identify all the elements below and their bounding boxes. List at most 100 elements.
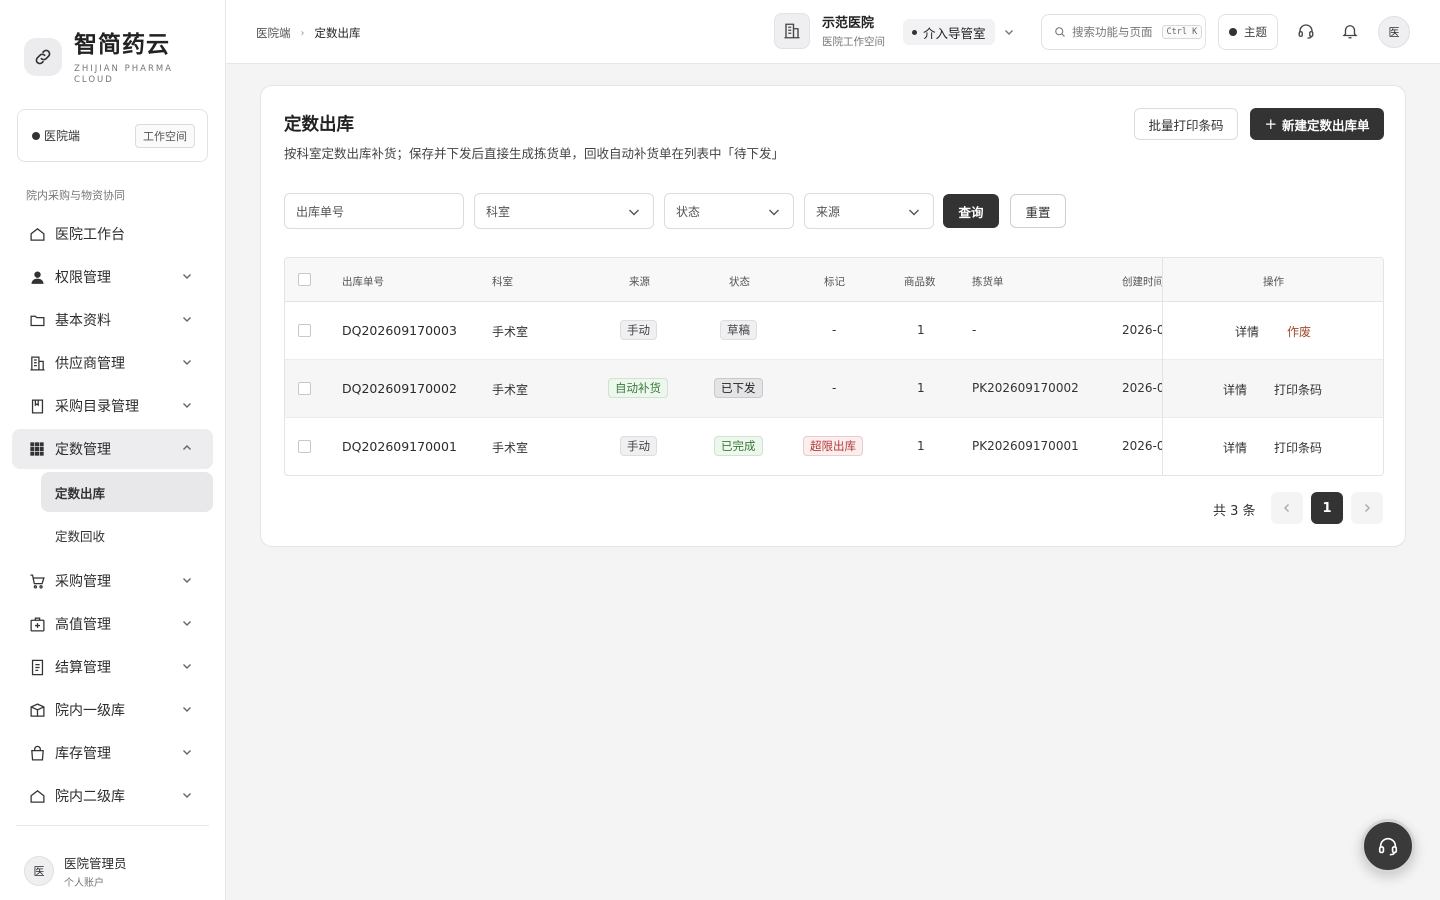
sidebar-item-settlement[interactable]: 结算管理 xyxy=(12,647,213,687)
user-role: 个人账户 xyxy=(64,878,104,889)
sidebar-item-label: 权限管理 xyxy=(55,270,111,286)
chevron-up-icon xyxy=(183,445,191,450)
search-input[interactable]: 搜索功能与页面 Ctrl K xyxy=(1041,14,1206,50)
row-checkbox[interactable] xyxy=(298,382,311,395)
theme-toggle-button[interactable]: 主题 xyxy=(1218,14,1278,50)
workspace-label: 医院端 xyxy=(44,129,81,143)
theme-dot-icon xyxy=(1229,28,1237,36)
user-icon xyxy=(28,268,46,286)
sidebar-item-label: 库存管理 xyxy=(55,746,111,762)
top-header: 医院端 › 定数出库 示范医院 医院工作空间 介入导管室 搜索功能与页面 Ctr… xyxy=(226,0,1440,64)
sidebar-item-label: 采购目录管理 xyxy=(55,399,139,415)
prev-page-button[interactable] xyxy=(1271,492,1303,524)
status-badge: 已完成 xyxy=(714,436,763,456)
sidebar-item-label: 医院工作台 xyxy=(55,227,125,243)
sidebar-item-inventory[interactable]: 库存管理 xyxy=(12,733,213,773)
search-shortcut: Ctrl K xyxy=(1161,25,1203,39)
sidebar-item-label: 院内二级库 xyxy=(55,789,125,805)
order-number[interactable]: DQ202609170002 xyxy=(342,381,457,396)
bag-icon xyxy=(28,744,46,762)
batch-print-button[interactable]: 批量打印条码 xyxy=(1134,108,1238,140)
source-badge: 手动 xyxy=(620,320,657,340)
headset-icon[interactable] xyxy=(1297,21,1315,41)
order-number[interactable]: DQ202609170003 xyxy=(342,323,457,338)
sidebar-item-label: 供应商管理 xyxy=(55,356,125,372)
chevron-down-icon xyxy=(183,578,191,583)
sidebar-subitem-fixed-recovery[interactable]: 定数回收 xyxy=(41,515,213,555)
breadcrumb-current: 定数出库 xyxy=(314,26,361,40)
user-name: 医院管理员 xyxy=(64,856,127,871)
next-page-button[interactable] xyxy=(1351,492,1383,524)
sidebar-item-label: 定数管理 xyxy=(55,442,111,458)
sidebar-item-secondary-warehouse[interactable]: 院内二级库 xyxy=(12,776,213,816)
support-float-button[interactable] xyxy=(1361,819,1415,873)
select-all-checkbox[interactable] xyxy=(298,273,311,286)
chevron-down-icon xyxy=(183,750,191,755)
chevron-down-icon xyxy=(183,274,191,279)
medkit-icon xyxy=(28,615,46,633)
detail-link[interactable]: 详情 xyxy=(1235,323,1259,340)
outbound-table: 出库单号 科室 来源 状态 标记 商品数 拣货单 创建时间 DQ20260917… xyxy=(284,257,1384,476)
sidebar-item-purchasing[interactable]: 采购管理 xyxy=(12,561,213,601)
chevron-down-icon[interactable] xyxy=(1003,26,1015,38)
chevron-down-icon xyxy=(183,707,191,712)
source-select[interactable]: 来源 xyxy=(804,193,934,229)
brand[interactable]: 智简药云 ZHIJIAN PHARMA CLOUD xyxy=(24,30,174,86)
sidebar-item-primary-warehouse[interactable]: 院内一级库 xyxy=(12,690,213,730)
column-header: 来源 xyxy=(629,276,650,288)
chevron-down-icon xyxy=(769,209,779,216)
sidebar-item-basic-data[interactable]: 基本资料 xyxy=(12,300,213,340)
sidebar: 智简药云 ZHIJIAN PHARMA CLOUD 医院端 工作空间 院内采购与… xyxy=(0,0,226,900)
source-badge: 手动 xyxy=(620,436,657,456)
role-selector[interactable]: 介入导管室 xyxy=(903,19,995,45)
sidebar-item-high-value[interactable]: 高值管理 xyxy=(12,604,213,644)
column-header: 标记 xyxy=(824,276,845,288)
role-label: 介入导管室 xyxy=(923,25,986,41)
pick-list[interactable]: PK202609170002 xyxy=(972,381,1079,395)
hospital-switcher[interactable]: 示范医院 医院工作空间 xyxy=(774,12,885,49)
sidebar-item-procurement-catalog[interactable]: 采购目录管理 xyxy=(12,386,213,426)
building-icon xyxy=(28,354,46,372)
order-number-input[interactable]: 出库单号 xyxy=(284,193,464,229)
print-barcode-link[interactable]: 打印条码 xyxy=(1274,381,1322,398)
status-select[interactable]: 状态 xyxy=(664,193,794,229)
row-actions: 详情 打印条码 xyxy=(1163,360,1383,418)
avatar[interactable]: 医 xyxy=(1378,16,1410,48)
source-badge: 自动补货 xyxy=(608,378,668,398)
mark: - xyxy=(832,381,837,395)
workspace-switcher: 医院端 工作空间 xyxy=(17,109,208,162)
user-profile[interactable]: 医 医院管理员 个人账户 xyxy=(16,825,209,889)
status-dot-icon xyxy=(32,131,40,140)
bell-icon[interactable] xyxy=(1341,21,1359,41)
detail-link[interactable]: 详情 xyxy=(1223,439,1247,456)
new-outbound-button[interactable]: + 新建定数出库单 xyxy=(1250,108,1384,140)
item-count: 1 xyxy=(917,381,925,395)
status-badge: 已下发 xyxy=(714,378,763,398)
page-number-button[interactable]: 1 xyxy=(1311,492,1343,524)
void-link[interactable]: 作废 xyxy=(1287,323,1311,340)
column-header: 科室 xyxy=(492,276,513,288)
sidebar-item-hospital-workbench[interactable]: 医院工作台 xyxy=(12,214,213,254)
reset-button[interactable]: 重置 xyxy=(1010,194,1066,228)
query-button[interactable]: 查询 xyxy=(943,194,999,228)
chevron-down-icon xyxy=(183,360,191,365)
sidebar-item-fixed-quantity[interactable]: 定数管理 xyxy=(12,429,213,469)
row-checkbox[interactable] xyxy=(298,324,311,337)
department-select[interactable]: 科室 xyxy=(474,193,654,229)
row-actions: 详情 作废 xyxy=(1163,302,1383,360)
sidebar-item-suppliers[interactable]: 供应商管理 xyxy=(12,343,213,383)
detail-link[interactable]: 详情 xyxy=(1223,381,1247,398)
row-checkbox[interactable] xyxy=(298,440,311,453)
breadcrumb-item[interactable]: 医院端 xyxy=(256,25,291,41)
item-count: 1 xyxy=(917,439,925,453)
print-barcode-link[interactable]: 打印条码 xyxy=(1274,439,1322,456)
headset-icon xyxy=(1378,837,1398,856)
home-icon xyxy=(28,787,46,805)
order-number[interactable]: DQ202609170001 xyxy=(342,439,457,454)
workspace-button[interactable]: 工作空间 xyxy=(135,123,195,148)
sidebar-item-permissions[interactable]: 权限管理 xyxy=(12,257,213,297)
pick-list: - xyxy=(972,323,977,337)
hospital-name: 示范医院 xyxy=(822,16,875,31)
sidebar-subitem-fixed-outbound[interactable]: 定数出库 xyxy=(41,472,213,512)
pick-list[interactable]: PK202609170001 xyxy=(972,439,1079,453)
